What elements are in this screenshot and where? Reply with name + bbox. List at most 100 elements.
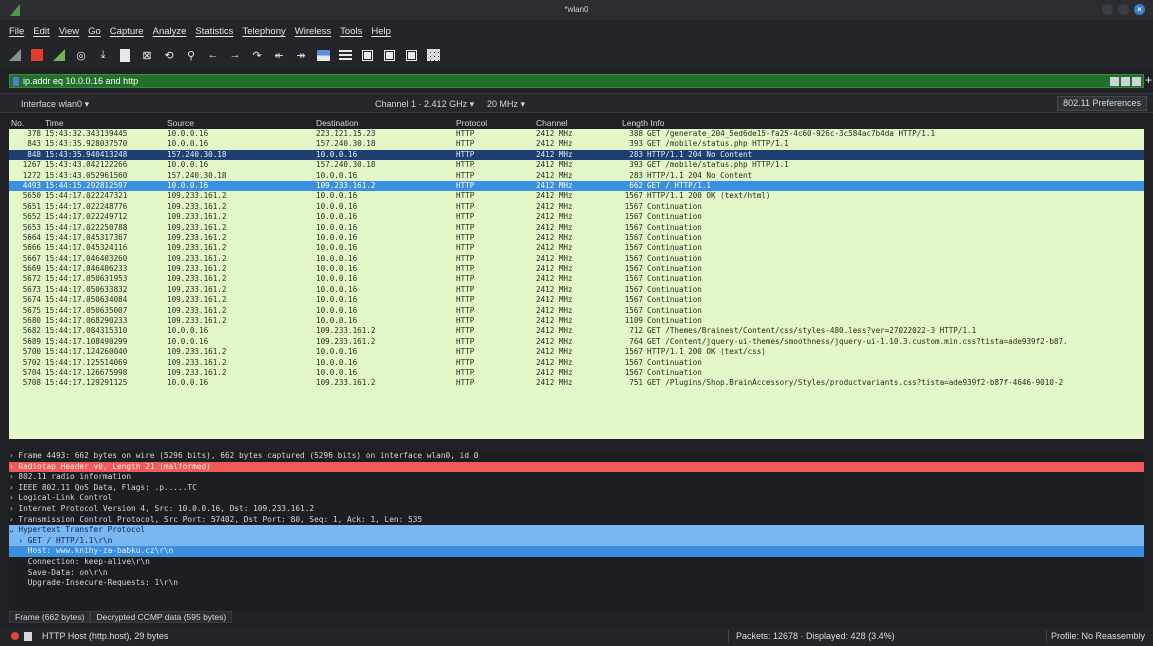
menu-capture[interactable]: Capture: [110, 26, 144, 37]
detail-tree-item[interactable]: Upgrade-Insecure-Requests: 1\r\n: [9, 578, 1144, 589]
open-file-icon[interactable]: ⤓: [96, 48, 110, 62]
col-source[interactable]: Source: [167, 118, 194, 128]
menu-view[interactable]: View: [59, 26, 79, 37]
packet-row[interactable]: 4493 15:44:15.292812597 10.0.0.16 109.233.1…: [9, 180, 1144, 192]
packet-row[interactable]: 5700 15:44:17.124260040 109.233.161.2 10.0.…: [9, 347, 1144, 357]
find-packet-icon[interactable]: ⚲: [184, 48, 198, 62]
col-protocol[interactable]: Protocol: [456, 118, 487, 128]
detail-tree-item[interactable]: › Radiotap Header v0, Length 21 (malform…: [9, 461, 1144, 473]
tab-decrypted-bytes[interactable]: Decrypted CCMP data (595 bytes): [90, 611, 233, 623]
packet-protocol-cell: HTTP: [456, 149, 475, 159]
menu-telephony[interactable]: Telephony: [242, 26, 285, 37]
col-no[interactable]: No.: [11, 118, 24, 128]
packet-row[interactable]: 5673 15:44:17.050633832 109.233.161.2 10.0.…: [9, 285, 1144, 295]
packet-row[interactable]: 5664 15:44:17.045317367 109.233.161.2 10.0.…: [9, 233, 1144, 243]
close-button[interactable]: ×: [1134, 4, 1145, 15]
menu-statistics[interactable]: Statistics: [195, 26, 233, 37]
go-last-icon[interactable]: ↠: [294, 48, 308, 62]
menu-file[interactable]: File: [9, 26, 24, 37]
detail-tree-item[interactable]: › GET / HTTP/1.1\r\n: [9, 535, 1144, 547]
packet-row[interactable]: 5674 15:44:17.050634084 109.233.161.2 10.0.…: [9, 295, 1144, 305]
packet-row[interactable]: 5682 15:44:17.084315310 10.0.0.16 109.233.1…: [9, 326, 1144, 336]
packet-row[interactable]: 5650 15:44:17.022247321 109.233.161.2 10.0.…: [9, 191, 1144, 201]
restart-capture-icon[interactable]: [52, 48, 66, 62]
filter-bookmark-icon[interactable]: [13, 76, 19, 86]
detail-tree-item[interactable]: Host: www.knihy-za-babku.cz\r\n: [9, 546, 1144, 557]
menu-help[interactable]: Help: [371, 26, 391, 37]
packet-row[interactable]: 5669 15:44:17.046406233 109.233.161.2 10.0.…: [9, 264, 1144, 274]
packet-row[interactable]: 378 15:43:32.343139445 10.0.0.16 223.121.15…: [9, 129, 1144, 139]
col-time[interactable]: Time: [45, 118, 64, 128]
go-first-icon[interactable]: ↞: [272, 48, 286, 62]
col-destination[interactable]: Destination: [316, 118, 359, 128]
menu-go[interactable]: Go: [88, 26, 101, 37]
go-to-packet-icon[interactable]: ↷: [250, 48, 264, 62]
menu-tools[interactable]: Tools: [340, 26, 362, 37]
add-filter-button[interactable]: +: [1145, 73, 1152, 87]
zoom-in-icon[interactable]: [360, 48, 374, 62]
packet-row[interactable]: 1272 15:43:43.052961560 157.240.30.18 10.0.…: [9, 171, 1144, 181]
display-filter-input[interactable]: ip.addr eq 10.0.0.16 and http: [23, 76, 1110, 86]
interface-selector[interactable]: Interface wlan0 ▾: [21, 99, 89, 110]
shark-fin-icon[interactable]: [8, 48, 22, 62]
detail-tree-item[interactable]: › IEEE 802.11 QoS Data, Flags: .p.....TC: [9, 483, 1144, 494]
packet-row[interactable]: 5702 15:44:17.125514069 109.233.161.2 10.0.…: [9, 358, 1144, 368]
detail-tree-item[interactable]: › Transmission Control Protocol, Src Por…: [9, 515, 1144, 526]
packet-protocol-cell: HTTP: [456, 274, 475, 284]
menu-wireless[interactable]: Wireless: [295, 26, 331, 37]
filter-history-dropdown[interactable]: [1132, 76, 1141, 86]
packet-row[interactable]: 5652 15:44:17.022249712 109.233.161.2 10.0.…: [9, 212, 1144, 222]
profile-status[interactable]: Profile: No Reassembly: [1051, 631, 1145, 641]
col-channel[interactable]: Channel: [536, 118, 568, 128]
go-forward-icon[interactable]: →: [228, 48, 242, 62]
tab-frame-bytes[interactable]: Frame (662 bytes): [9, 611, 91, 623]
packet-row[interactable]: 5667 15:44:17.046403260 109.233.161.2 10.0.…: [9, 254, 1144, 264]
packet-row[interactable]: 5651 15:44:17.022248776 109.233.161.2 10.0.…: [9, 202, 1144, 212]
resize-columns-icon[interactable]: [426, 48, 440, 62]
menu-edit[interactable]: Edit: [33, 26, 49, 37]
reload-file-icon[interactable]: ⟲: [162, 48, 176, 62]
autoscroll-icon[interactable]: [316, 48, 330, 62]
packet-row[interactable]: 5680 15:44:17.068290233 109.233.161.2 10.0.…: [9, 316, 1144, 326]
packet-row[interactable]: 843 15:43:35.928037570 10.0.0.16 157.240.30…: [9, 139, 1144, 149]
detail-tree-item[interactable]: ⌄ Hypertext Transfer Protocol: [9, 525, 1144, 536]
packet-row[interactable]: 5672 15:44:17.050631953 109.233.161.2 10.0.…: [9, 274, 1144, 284]
detail-tree-item[interactable]: Save-Data: on\r\n: [9, 568, 1144, 579]
packet-row[interactable]: 5653 15:44:17.022250788 109.233.161.2 10.0.…: [9, 223, 1144, 233]
normal-size-icon[interactable]: [404, 48, 418, 62]
zoom-out-icon[interactable]: [382, 48, 396, 62]
maximize-button[interactable]: [1118, 4, 1129, 15]
detail-tree-item[interactable]: › Frame 4493: 662 bytes on wire (5296 bi…: [9, 451, 1144, 462]
detail-tree-item[interactable]: › Internet Protocol Version 4, Src: 10.0…: [9, 504, 1144, 515]
packet-row[interactable]: 5666 15:44:17.045324116 109.233.161.2 10.0.…: [9, 243, 1144, 253]
packet-row[interactable]: 848 15:43:35.940413248 157.240.30.18 10.0.0…: [9, 149, 1144, 161]
col-length-info[interactable]: Length Info: [622, 118, 665, 128]
go-back-icon[interactable]: ←: [206, 48, 220, 62]
detail-tree-item[interactable]: Connection: keep-alive\r\n: [9, 557, 1144, 568]
apply-filter-icon[interactable]: [1121, 76, 1130, 86]
detail-tree-item[interactable]: › 802.11 radio information: [9, 472, 1144, 483]
save-file-icon[interactable]: [118, 48, 132, 62]
channel-selector[interactable]: Channel 1 · 2.412 GHz ▾: [375, 99, 474, 110]
packet-row[interactable]: 1267 15:43:43.042122266 10.0.0.16 157.240.3…: [9, 160, 1144, 170]
capture-options-icon[interactable]: ◎: [74, 48, 88, 62]
display-filter-bar[interactable]: ip.addr eq 10.0.0.16 and http +: [9, 73, 1152, 88]
menu-analyze[interactable]: Analyze: [153, 26, 187, 37]
stop-capture-icon[interactable]: [30, 48, 44, 62]
packet-row[interactable]: 5689 15:44:17.108490299 10.0.0.16 109.233.1…: [9, 337, 1144, 347]
expert-info-icon[interactable]: [11, 632, 19, 640]
capture-comment-icon[interactable]: [24, 632, 32, 641]
minimize-button[interactable]: [1102, 4, 1113, 15]
channel-width-selector[interactable]: 20 MHz ▾: [487, 99, 525, 110]
clear-filter-icon[interactable]: [1110, 76, 1119, 86]
packet-row[interactable]: 5708 15:44:17.129291125 10.0.0.16 109.233.1…: [9, 378, 1144, 388]
wireless-preferences-button[interactable]: 802.11 Preferences: [1057, 96, 1147, 111]
close-file-icon[interactable]: ⊠: [140, 48, 154, 62]
packet-row[interactable]: 5704 15:44:17.126675998 109.233.161.2 10.0.…: [9, 368, 1144, 378]
colorize-icon[interactable]: [338, 48, 352, 62]
packet-row[interactable]: 5675 15:44:17.050635007 109.233.161.2 10.0.…: [9, 306, 1144, 316]
packet-details-pane[interactable]: › Frame 4493: 662 bytes on wire (5296 bi…: [9, 451, 1144, 611]
detail-tree-item[interactable]: › Logical-Link Control: [9, 493, 1144, 504]
packet-list[interactable]: 378 15:43:32.343139445 10.0.0.16 223.121.15…: [9, 129, 1144, 439]
packet-channel-cell: 2412 MHz: [536, 243, 573, 253]
